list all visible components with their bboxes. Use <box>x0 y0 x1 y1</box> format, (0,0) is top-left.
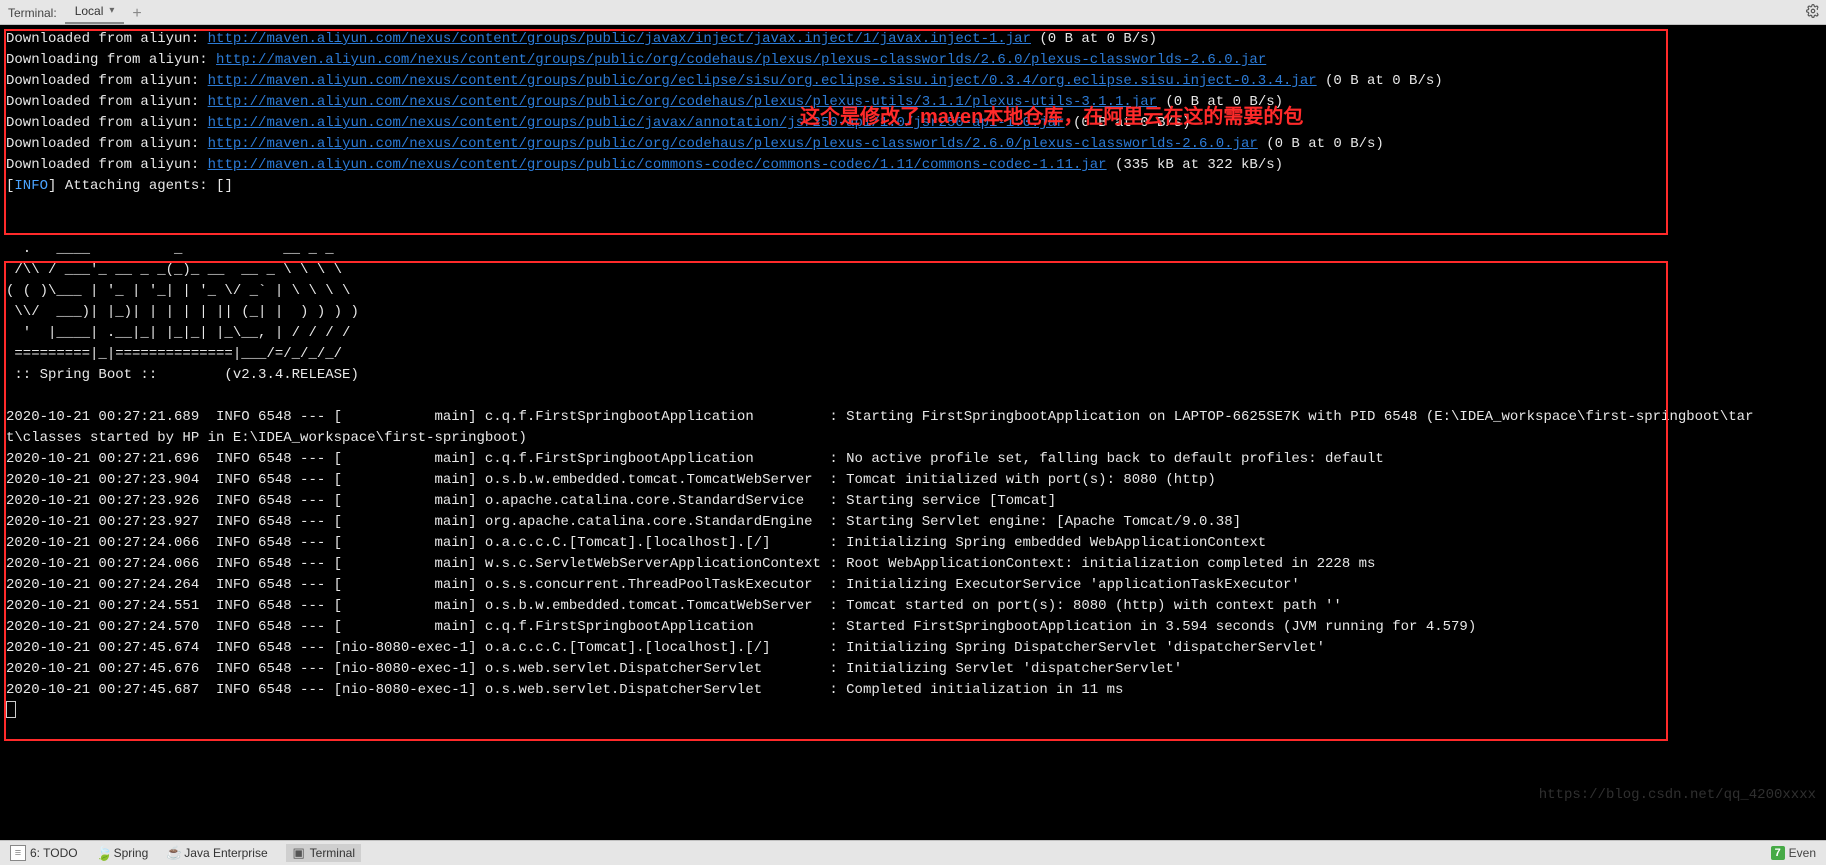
event-log-label: Even <box>1789 846 1816 860</box>
event-log-button[interactable]: 7 Even <box>1771 846 1816 860</box>
log-line: 2020-10-21 00:27:45.687 INFO 6548 --- [n… <box>6 680 1820 701</box>
download-link[interactable]: http://maven.aliyun.com/nexus/content/gr… <box>208 73 1317 89</box>
log-line: 2020-10-21 00:27:23.904 INFO 6548 --- [ … <box>6 470 1820 491</box>
terminal-line: Downloaded from aliyun: http://maven.ali… <box>6 113 1820 134</box>
terminal-output[interactable]: Downloaded from aliyun: http://maven.ali… <box>0 25 1826 840</box>
banner-line: =========|_|==============|___/=/_/_/_/ <box>6 344 1820 365</box>
download-link[interactable]: http://maven.aliyun.com/nexus/content/gr… <box>208 115 1065 131</box>
terminal-line: Downloaded from aliyun: http://maven.ali… <box>6 92 1820 113</box>
log-line: 2020-10-21 00:27:21.696 INFO 6548 --- [ … <box>6 449 1820 470</box>
terminal-line: Downloaded from aliyun: http://maven.ali… <box>6 134 1820 155</box>
cursor <box>6 701 16 718</box>
watermark: https://blog.csdn.net/qq_4200xxxx <box>1539 785 1816 806</box>
banner-line <box>6 386 1820 407</box>
banner-line: /\\ / ___'_ __ _ _(_)_ __ __ _ \ \ \ \ <box>6 260 1820 281</box>
terminal-line: Downloaded from aliyun: http://maven.ali… <box>6 155 1820 176</box>
add-terminal-button[interactable]: + <box>124 4 149 24</box>
log-line: 2020-10-21 00:27:24.264 INFO 6548 --- [ … <box>6 575 1820 596</box>
log-line: 2020-10-21 00:27:24.066 INFO 6548 --- [ … <box>6 533 1820 554</box>
download-link[interactable]: http://maven.aliyun.com/nexus/content/gr… <box>208 136 1258 152</box>
event-log-icon: 7 <box>1771 846 1785 860</box>
tool-spring[interactable]: 🍃 Spring <box>96 846 149 860</box>
log-line: 2020-10-21 00:27:24.570 INFO 6548 --- [ … <box>6 617 1820 638</box>
terminal-blank <box>6 197 1820 218</box>
chevron-down-icon: ▾ <box>109 0 114 22</box>
terminal-panel-label: Terminal: <box>0 2 65 24</box>
tool-java-ee-label: Java Enterprise <box>184 846 267 860</box>
terminal-cursor-line <box>6 701 1820 726</box>
banner-line: \\/ ___)| |_)| | | | | || (_| | ) ) ) ) <box>6 302 1820 323</box>
tool-todo[interactable]: ≡ 6: TODO <box>10 845 78 861</box>
banner-line: ' |____| .__|_| |_|_| |_\__, | / / / / <box>6 323 1820 344</box>
log-line: 2020-10-21 00:27:24.551 INFO 6548 --- [ … <box>6 596 1820 617</box>
download-link[interactable]: http://maven.aliyun.com/nexus/content/gr… <box>216 52 1266 68</box>
tool-todo-label: 6: TODO <box>30 846 78 860</box>
gear-icon[interactable] <box>1806 4 1820 21</box>
tool-terminal-label: Terminal <box>310 846 355 860</box>
terminal-icon: ▣ <box>292 846 306 860</box>
terminal-line: [INFO] Attaching agents: [] <box>6 176 1820 197</box>
terminal-tab-local-label: Local <box>75 0 104 22</box>
bottom-toolbar: ≡ 6: TODO 🍃 Spring ☕ Java Enterprise ▣ T… <box>0 840 1826 865</box>
log-line: 2020-10-21 00:27:24.066 INFO 6548 --- [ … <box>6 554 1820 575</box>
banner-line: :: Spring Boot :: (v2.3.4.RELEASE) <box>6 365 1820 386</box>
tool-terminal[interactable]: ▣ Terminal <box>286 844 361 862</box>
spring-icon: 🍃 <box>96 846 110 860</box>
log-line: t\classes started by HP in E:\IDEA_works… <box>6 428 1820 449</box>
banner-line: . ____ _ __ _ _ <box>6 239 1820 260</box>
log-line: 2020-10-21 00:27:23.927 INFO 6548 --- [ … <box>6 512 1820 533</box>
download-link[interactable]: http://maven.aliyun.com/nexus/content/gr… <box>208 31 1031 47</box>
terminal-tab-local[interactable]: Local ▾ <box>65 0 125 24</box>
download-link[interactable]: http://maven.aliyun.com/nexus/content/gr… <box>208 94 1157 110</box>
log-line: 2020-10-21 00:27:45.676 INFO 6548 --- [n… <box>6 659 1820 680</box>
tool-java-ee[interactable]: ☕ Java Enterprise <box>166 846 267 860</box>
terminal-line: Downloaded from aliyun: http://maven.ali… <box>6 71 1820 92</box>
ide-window: Terminal: Local ▾ + Downloaded from aliy… <box>0 0 1826 865</box>
todo-icon: ≡ <box>10 845 26 861</box>
log-line: 2020-10-21 00:27:45.674 INFO 6548 --- [n… <box>6 638 1820 659</box>
java-icon: ☕ <box>166 846 180 860</box>
download-link[interactable]: http://maven.aliyun.com/nexus/content/gr… <box>208 157 1107 173</box>
log-line: 2020-10-21 00:27:21.689 INFO 6548 --- [ … <box>6 407 1820 428</box>
terminal-tab-row: Terminal: Local ▾ + <box>0 0 1826 25</box>
terminal-line: Downloaded from aliyun: http://maven.ali… <box>6 29 1820 50</box>
banner-line: ( ( )\___ | '_ | '_| | '_ \/ _` | \ \ \ … <box>6 281 1820 302</box>
terminal-line: Downloading from aliyun: http://maven.al… <box>6 50 1820 71</box>
log-line: 2020-10-21 00:27:23.926 INFO 6548 --- [ … <box>6 491 1820 512</box>
tool-spring-label: Spring <box>114 846 149 860</box>
